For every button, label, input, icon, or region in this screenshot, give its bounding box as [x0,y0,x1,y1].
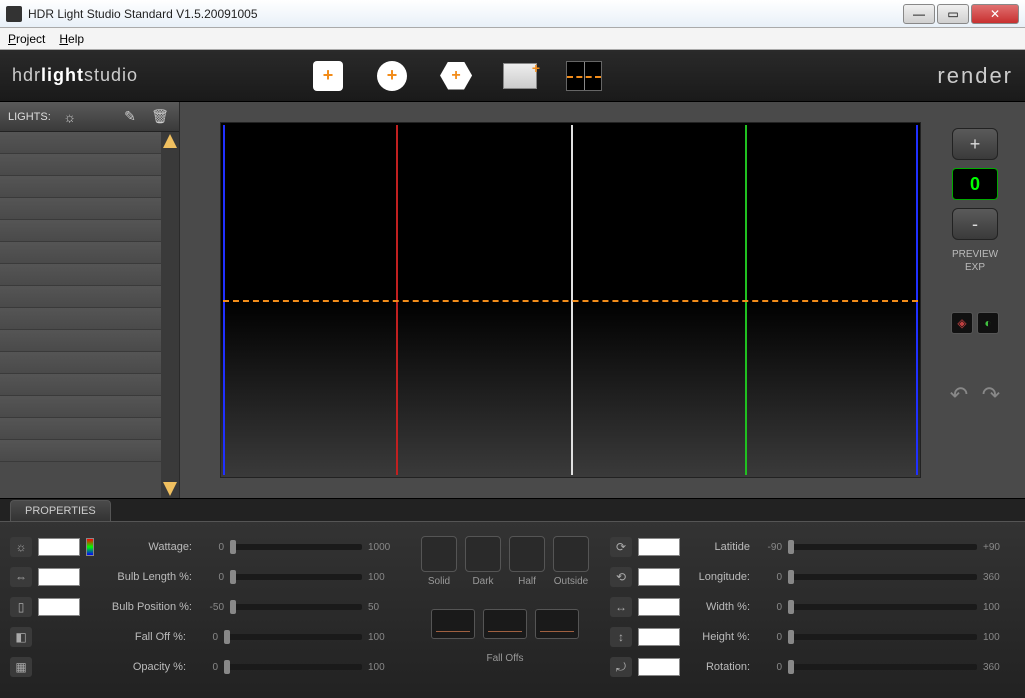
window-minimize-button[interactable]: — [903,4,935,24]
opacity-slider[interactable] [224,664,362,670]
window-close-button[interactable]: ✕ [971,4,1019,24]
latitude-icon: ⟳ [610,537,632,557]
color-swatch[interactable] [638,658,680,676]
list-item[interactable] [0,132,161,154]
height-icon: ↕ [610,627,632,647]
list-item[interactable] [0,418,161,440]
position-icon: ▯ [10,597,32,617]
exposure-minus-button[interactable]: - [952,208,998,240]
hdr-canvas[interactable] [220,122,921,478]
add-square-light-button[interactable]: + [310,58,346,94]
grid-toggle-button[interactable] [566,58,602,94]
preview-mode-b-icon[interactable]: ◐ [977,312,999,334]
rotation-icon: ⤾ [610,657,632,677]
main-area: LIGHTS: ☼ ✎ 🗑 [0,102,1025,498]
list-item[interactable] [0,264,161,286]
falloff-slider[interactable] [224,634,362,640]
latitude-slider[interactable] [788,544,977,550]
preview-exp-label: PREVIEWEXP [952,248,998,274]
color-swatch[interactable] [638,598,680,616]
menu-project[interactable]: Project [8,32,45,46]
list-item[interactable] [0,286,161,308]
falloff-curve-2-button[interactable] [483,609,527,639]
lights-header-label: LIGHTS: [8,111,51,123]
properties-tab[interactable]: PROPERTIES [10,500,111,521]
falloffs-label: Fall Offs [486,653,523,664]
rotation-slider[interactable] [788,664,977,670]
list-item[interactable] [0,220,161,242]
window-title: HDR Light Studio Standard V1.5.20091005 [28,7,258,21]
shade-dark-button[interactable] [465,536,501,572]
redo-button[interactable]: ↷ [978,382,1004,408]
list-item[interactable] [0,330,161,352]
properties-left-column: ☼ Wattage: 0 1000 ⇔ Bulb Length %: 0 100… [10,536,400,684]
properties-mid-column: Solid Dark Half Outside Fall Offs [410,536,600,684]
scroll-up-icon[interactable] [163,134,177,148]
color-swatch[interactable] [638,568,680,586]
falloff-icon: ◧ [10,627,32,647]
color-swatch[interactable] [38,568,80,586]
list-item[interactable] [0,176,161,198]
exposure-plus-button[interactable]: + [952,128,998,160]
add-circle-light-button[interactable]: + [374,58,410,94]
list-item[interactable] [0,198,161,220]
properties-panel: PROPERTIES ☼ Wattage: 0 1000 ⇔ Bulb Leng… [0,498,1025,698]
delete-light-button[interactable]: 🗑 [149,106,171,128]
falloff-curve-1-button[interactable] [431,609,475,639]
preview-controls: + 0 - PREVIEWEXP ◈ ◐ ↶ ↷ [939,122,1011,478]
undo-button[interactable]: ↶ [946,382,972,408]
prop-label: Wattage: [100,541,192,553]
app-icon [6,6,22,22]
render-button[interactable]: render [937,63,1013,89]
bulb-length-slider[interactable] [230,574,362,580]
lights-list [0,132,179,498]
lights-header: LIGHTS: ☼ ✎ 🗑 [0,102,179,132]
color-swatch[interactable] [638,538,680,556]
color-swatch[interactable] [638,628,680,646]
width-icon: ↔ [610,597,632,617]
title-bar: HDR Light Studio Standard V1.5.20091005 … [0,0,1025,28]
shade-outside-button[interactable] [553,536,589,572]
lights-scrollbar[interactable] [161,132,179,498]
rgb-strip-icon[interactable] [86,538,94,556]
falloff-curve-3-button[interactable] [535,609,579,639]
light-bulb-icon[interactable]: ☼ [59,106,81,128]
longitude-icon: ⟲ [610,567,632,587]
height-slider[interactable] [788,634,977,640]
color-swatch[interactable] [38,598,80,616]
shade-solid-button[interactable] [421,536,457,572]
app-logo: hdrlightstudio [12,65,138,86]
list-item[interactable] [0,374,161,396]
scroll-down-icon[interactable] [163,482,177,496]
menu-help[interactable]: Help [59,32,84,46]
shade-half-button[interactable] [509,536,545,572]
add-hex-light-button[interactable]: + [438,58,474,94]
color-swatch[interactable] [38,538,80,556]
add-image-light-button[interactable] [502,58,538,94]
list-item[interactable] [0,242,161,264]
guide-horizon [223,300,918,302]
bulb-position-slider[interactable] [230,604,362,610]
length-icon: ⇔ [10,567,32,587]
properties-right-column: ⟳ Latitide -90 +90 ⟲ Longitude: 0 360 ↔ … [610,536,1015,684]
bulb-icon: ☼ [10,537,32,557]
lights-panel: LIGHTS: ☼ ✎ 🗑 [0,102,180,498]
list-item[interactable] [0,308,161,330]
opacity-icon: ▦ [10,657,32,677]
window-maximize-button[interactable]: ▭ [937,4,969,24]
wattage-slider[interactable] [230,544,362,550]
top-toolbar: hdrlightstudio + + + render [0,50,1025,102]
exposure-value: 0 [952,168,998,200]
edit-light-button[interactable]: ✎ [119,106,141,128]
list-item[interactable] [0,396,161,418]
width-slider[interactable] [788,604,977,610]
preview-mode-a-icon[interactable]: ◈ [951,312,973,334]
longitude-slider[interactable] [788,574,977,580]
list-item[interactable] [0,352,161,374]
menu-bar: Project Help [0,28,1025,50]
list-item[interactable] [0,440,161,462]
list-item[interactable] [0,154,161,176]
